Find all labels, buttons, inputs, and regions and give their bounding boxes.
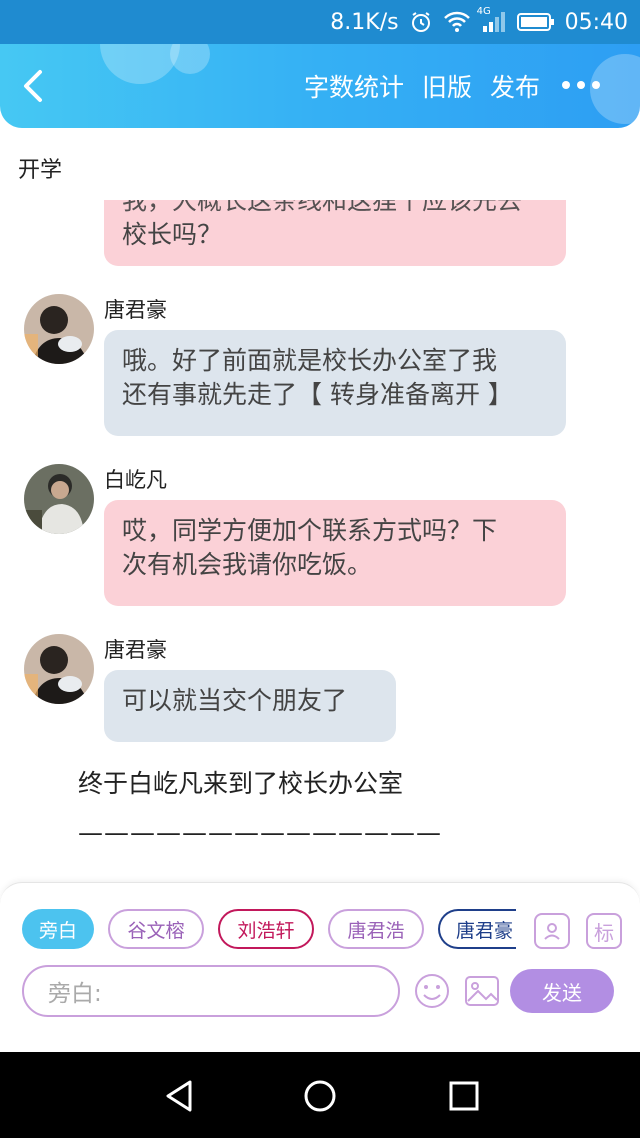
decoration-bubble <box>170 44 210 74</box>
role-chip[interactable]: 唐君浩 <box>328 909 424 949</box>
old-version-button[interactable]: 旧版 <box>422 68 472 104</box>
emoji-icon[interactable] <box>414 973 450 1009</box>
header-actions: 字数统计 旧版 发布 <box>304 44 540 128</box>
image-icon[interactable] <box>464 973 500 1009</box>
nav-home-icon[interactable] <box>300 1076 340 1116</box>
speaker-name: 唐君豪 <box>104 638 167 662</box>
message-bubble[interactable]: 哎，同学方便加个联系方式吗？下 次有机会我请你吃饭。 <box>104 500 566 606</box>
nav-back-icon[interactable] <box>160 1076 200 1116</box>
tag-button[interactable]: 标 <box>586 913 622 949</box>
send-button[interactable]: 发送 <box>510 969 614 1013</box>
network-type: 4G <box>476 6 491 17</box>
message-line: 还有事就先走了【 转身准备离开 】 <box>122 380 513 409</box>
input-placeholder: 旁白: <box>48 981 102 1007</box>
avatar[interactable] <box>24 634 94 704</box>
network-speed: 8.1K/s <box>330 9 399 35</box>
message-bubble[interactable]: 哦。好了前面就是校长办公室了我 还有事就先走了【 转身准备离开 】 <box>104 330 566 436</box>
word-count-button[interactable]: 字数统计 <box>304 68 404 104</box>
story-title: 开学 <box>18 158 63 183</box>
app-header: 字数统计 旧版 发布 <box>0 44 640 128</box>
speaker-name: 白屹凡 <box>104 468 167 492</box>
message-line: 次有机会我请你吃饭。 <box>122 550 373 579</box>
system-nav-bar <box>0 1052 640 1138</box>
composer-panel: 旁白 谷文榕 刘浩轩 唐君浩 唐君豪 标 旁白: 发送 <box>0 882 640 1053</box>
battery-icon <box>516 12 555 32</box>
narration-dashes: —————————————— <box>78 818 442 847</box>
message-bubble[interactable]: 我，大概长这条线和这狸个应该先去 校长吗？ <box>104 200 566 266</box>
message-line: 哎，同学方便加个联系方式吗？下 <box>122 516 498 545</box>
narration-input[interactable]: 旁白: <box>22 965 400 1017</box>
message-bubble[interactable]: 可以就当交个朋友了 <box>104 670 396 742</box>
publish-button[interactable]: 发布 <box>490 68 540 104</box>
avatar[interactable] <box>24 464 94 534</box>
avatar[interactable] <box>24 294 94 364</box>
message-line: 我，大概长这条线和这狸个应该先去 <box>122 200 523 215</box>
role-chip[interactable]: 唐君豪 <box>438 909 516 949</box>
chat-area[interactable]: 我，大概长这条线和这狸个应该先去 校长吗？ 唐君豪 哦。好了前面就是校长办公室了… <box>0 200 640 882</box>
narration-text[interactable]: 终于白屹凡来到了校长办公室 <box>78 764 403 800</box>
alarm-icon <box>409 10 433 34</box>
role-chip[interactable]: 谷文榕 <box>108 909 204 949</box>
message-line: 校长吗？ <box>122 220 223 249</box>
speaker-name: 唐君豪 <box>104 298 167 322</box>
signal-icon: 4G <box>477 6 507 34</box>
decoration-bubble <box>100 44 180 84</box>
decoration-bubble <box>590 54 640 124</box>
more-dots-icon[interactable] <box>562 81 600 89</box>
status-bar: 8.1K/s 4G 05:40 <box>0 0 640 44</box>
clock: 05:40 <box>564 9 628 35</box>
message-line: 可以就当交个朋友了 <box>122 686 348 715</box>
role-chip-narrator[interactable]: 旁白 <box>22 909 94 949</box>
nav-recent-icon[interactable] <box>444 1076 484 1116</box>
wifi-icon <box>443 11 471 33</box>
message-line: 哦。好了前面就是校长办公室了我 <box>122 346 498 375</box>
person-card-icon[interactable] <box>534 913 570 949</box>
back-arrow-icon[interactable] <box>18 68 52 104</box>
role-chip[interactable]: 刘浩轩 <box>218 909 314 949</box>
